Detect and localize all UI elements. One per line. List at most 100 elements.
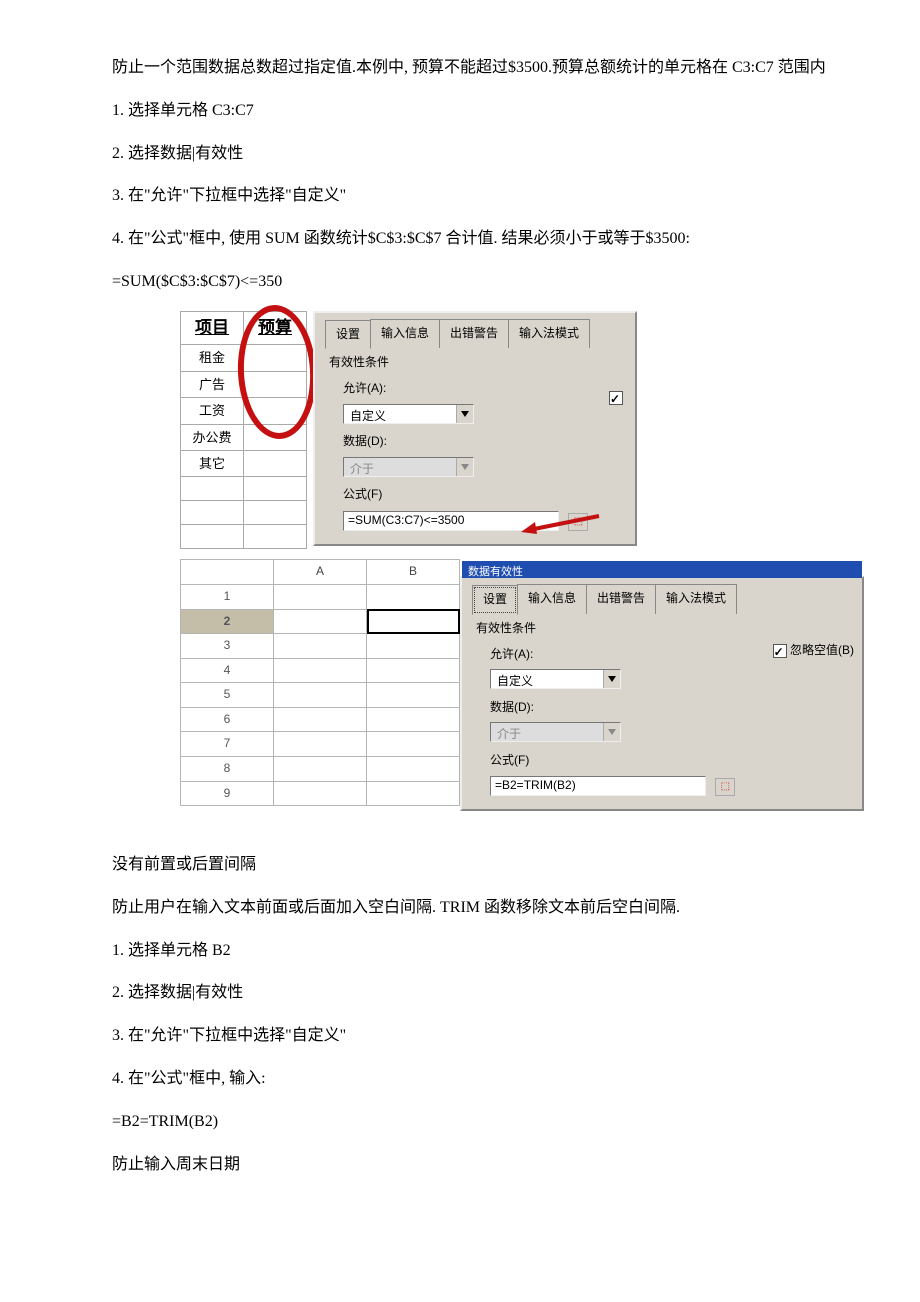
row-head-1[interactable]: 1 [181, 584, 274, 609]
col-b-header[interactable]: B [367, 560, 460, 585]
cell-b3[interactable] [367, 634, 460, 659]
cell-b8[interactable] [367, 757, 460, 782]
row-head-9[interactable]: 9 [181, 781, 274, 806]
row-head-5[interactable]: 5 [181, 683, 274, 708]
step4: 4. 在"公式"框中, 使用 SUM 函数统计$C$3:$C$7 合计值. 结果… [80, 225, 840, 254]
section-label: 有效性条件 [329, 352, 625, 374]
row-head-7[interactable]: 7 [181, 732, 274, 757]
data-value: 介于 [344, 458, 456, 476]
cell-b2[interactable] [367, 609, 460, 634]
section2-last: 防止输入周末日期 [80, 1151, 840, 1180]
cell-a9[interactable] [274, 781, 367, 806]
tab-input-msg[interactable]: 输入信息 [370, 319, 440, 349]
data-value: 介于 [491, 723, 603, 741]
tab-input-msg[interactable]: 输入信息 [517, 584, 587, 614]
formula-label: 公式(F) [343, 484, 625, 506]
allow-value: 自定义 [344, 405, 456, 423]
cell-empty2 [181, 501, 244, 525]
section2-step1: 1. 选择单元格 B2 [80, 937, 840, 966]
cell-empty2b [244, 501, 307, 525]
cell-empty3b [244, 525, 307, 549]
formula-text: =SUM(C3:C7)<=3500 [348, 510, 464, 532]
cell-c4[interactable] [244, 371, 307, 397]
allow-value: 自定义 [491, 670, 603, 688]
ignore-blank-label: 忽略空值(B) [790, 643, 854, 657]
data-label: 数据(D): [343, 431, 625, 453]
figure-1: 项目 预算 租金 广告 工资 办公费 其它 设置 输入信息 出错警告 输入法模式… [180, 311, 840, 550]
cell-c7[interactable] [244, 450, 307, 476]
dialog-titlebar: 数据有效性 [462, 561, 862, 578]
cell-a2[interactable] [274, 609, 367, 634]
cell-c3[interactable] [244, 345, 307, 371]
row-head-6[interactable]: 6 [181, 707, 274, 732]
cell-c5[interactable] [244, 398, 307, 424]
formula-label: 公式(F) [490, 750, 852, 772]
tab-error-alert[interactable]: 出错警告 [439, 319, 509, 349]
step2: 2. 选择数据|有效性 [80, 140, 840, 169]
formula-line-2: =B2=TRIM(B2) [112, 1108, 840, 1137]
row-head-2[interactable]: 2 [181, 609, 274, 634]
formula-text: =B2=TRIM(B2) [495, 775, 576, 797]
row-head-3[interactable]: 3 [181, 634, 274, 659]
tab-ime-mode[interactable]: 输入法模式 [508, 319, 590, 349]
data-dropdown: 介于 [343, 457, 474, 477]
section2-desc: 防止用户在输入文本前面或后面加入空白间隔. TRIM 函数移除文本前后空白间隔. [80, 894, 840, 923]
validation-dialog-1: 设置 输入信息 出错警告 输入法模式 有效性条件 允许(A): 自定义 数据(D… [313, 311, 637, 546]
section2-title: 没有前置或后置间隔 [80, 851, 840, 880]
checkbox-icon[interactable] [609, 391, 623, 405]
range-picker-icon[interactable]: ⬚ [715, 778, 735, 796]
data-label: 数据(D): [490, 697, 852, 719]
cell-other: 其它 [181, 450, 244, 476]
section2-step4: 4. 在"公式"框中, 输入: [80, 1065, 840, 1094]
col-header-budget: 预算 [244, 311, 307, 345]
dropdown-icon [603, 723, 620, 741]
allow-dropdown[interactable]: 自定义 [343, 404, 474, 424]
col-a-header[interactable]: A [274, 560, 367, 585]
tab-ime-mode[interactable]: 输入法模式 [655, 584, 737, 614]
data-dropdown: 介于 [490, 722, 621, 742]
col-header-project: 项目 [181, 311, 244, 345]
cell-b4[interactable] [367, 658, 460, 683]
corner-cell[interactable] [181, 560, 274, 585]
cell-b5[interactable] [367, 683, 460, 708]
section-label: 有效性条件 [476, 618, 852, 640]
cell-salary: 工资 [181, 398, 244, 424]
intro-paragraph: 防止一个范围数据总数超过指定值.本例中, 预算不能超过$3500.预算总额统计的… [80, 54, 840, 83]
cell-a5[interactable] [274, 683, 367, 708]
checkbox-icon[interactable] [773, 644, 787, 658]
formula-input[interactable]: =B2=TRIM(B2) [490, 776, 706, 796]
validation-dialog-2: 数据有效性 设置 输入信息 出错警告 输入法模式 有效性条件 允许(A): 自定… [460, 576, 864, 811]
cell-rent: 租金 [181, 345, 244, 371]
cell-a4[interactable] [274, 658, 367, 683]
row-head-8[interactable]: 8 [181, 757, 274, 782]
figure-2: A B 1 2 3 4 5 6 7 8 9 数据有效性 设置 输入信息 出错警告… [180, 559, 840, 811]
dropdown-icon [456, 458, 473, 476]
step3: 3. 在"允许"下拉框中选择"自定义" [80, 182, 840, 211]
cell-a8[interactable] [274, 757, 367, 782]
cell-empty1 [181, 477, 244, 501]
row-head-4[interactable]: 4 [181, 658, 274, 683]
cell-a7[interactable] [274, 732, 367, 757]
tab-settings[interactable]: 设置 [472, 585, 518, 615]
dropdown-icon[interactable] [603, 670, 620, 688]
allow-dropdown[interactable]: 自定义 [490, 669, 621, 689]
cell-b7[interactable] [367, 732, 460, 757]
range-picker-icon[interactable]: ⬚ [568, 513, 588, 531]
budget-table: 项目 预算 租金 广告 工资 办公费 其它 [180, 311, 307, 550]
excel-grid: A B 1 2 3 4 5 6 7 8 9 [180, 559, 460, 806]
cell-c6[interactable] [244, 424, 307, 450]
cell-b9[interactable] [367, 781, 460, 806]
cell-b6[interactable] [367, 707, 460, 732]
cell-a3[interactable] [274, 634, 367, 659]
ignore-blank-area[interactable] [609, 387, 623, 409]
cell-empty1b [244, 477, 307, 501]
cell-b1[interactable] [367, 584, 460, 609]
formula-input[interactable]: =SUM(C3:C7)<=3500 [343, 511, 559, 531]
cell-a1[interactable] [274, 584, 367, 609]
tab-settings[interactable]: 设置 [325, 320, 371, 350]
tab-error-alert[interactable]: 出错警告 [586, 584, 656, 614]
ignore-blank-row[interactable]: 忽略空值(B) [773, 640, 854, 662]
dropdown-icon[interactable] [456, 405, 473, 423]
section2-step3: 3. 在"允许"下拉框中选择"自定义" [80, 1022, 840, 1051]
cell-a6[interactable] [274, 707, 367, 732]
